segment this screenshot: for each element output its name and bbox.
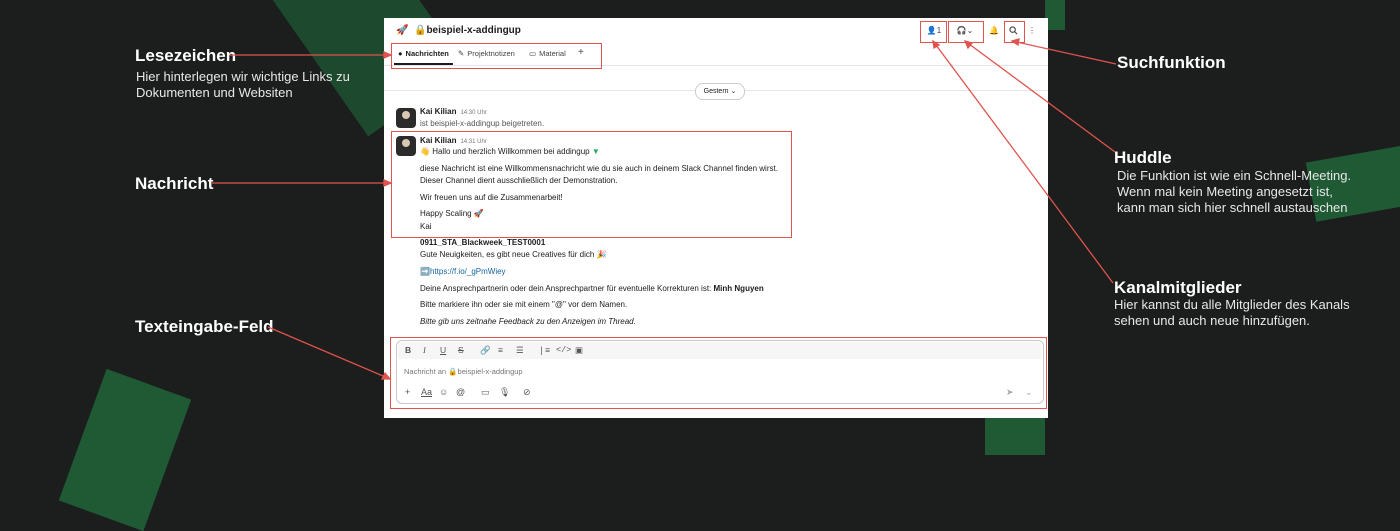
annotation-connectors — [211, 38, 1117, 380]
